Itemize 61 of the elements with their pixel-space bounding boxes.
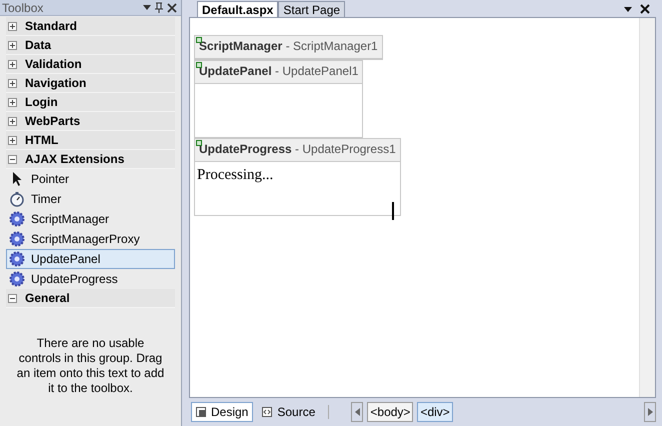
empty-group-message: There are no usable controls in this group. Drag an item onto this text to add it to the toolbox. bbox=[16, 336, 166, 396]
left-triangle-icon bbox=[354, 408, 360, 416]
category-header[interactable]: WebParts bbox=[6, 112, 175, 131]
toolbox-item[interactable]: Timer bbox=[6, 189, 175, 209]
source-view-icon bbox=[262, 407, 272, 417]
view-tab[interactable]: Source bbox=[257, 402, 320, 422]
control-title: UpdatePanel - UpdatePanel1 bbox=[199, 63, 358, 80]
toolbox-item[interactable]: UpdatePanel bbox=[6, 249, 175, 269]
stopwatch-icon bbox=[9, 191, 25, 207]
expand-icon[interactable] bbox=[8, 22, 17, 30]
category-header[interactable]: Login bbox=[6, 93, 175, 112]
panel-title: Toolbox bbox=[2, 0, 44, 16]
expand-icon[interactable] bbox=[8, 136, 17, 144]
control-box[interactable]: ScriptManager - ScriptManager1 bbox=[194, 35, 383, 60]
expand-icon[interactable] bbox=[8, 98, 17, 106]
document-tab[interactable]: Start Page bbox=[278, 1, 346, 17]
category-header[interactable]: Data bbox=[6, 36, 175, 55]
scrollbar[interactable] bbox=[639, 18, 655, 397]
control-box[interactable]: UpdatePanel - UpdatePanel1 bbox=[194, 60, 364, 138]
toolbox-item[interactable]: UpdateProgress bbox=[6, 269, 175, 289]
collapse-icon[interactable] bbox=[8, 294, 17, 302]
control-title: ScriptManager - ScriptManager1 bbox=[199, 38, 378, 55]
right-triangle-icon bbox=[648, 408, 652, 416]
dropdown-icon[interactable] bbox=[143, 5, 151, 10]
category-header[interactable]: General bbox=[6, 289, 175, 308]
expand-icon[interactable] bbox=[8, 40, 17, 50]
category-header[interactable]: Standard bbox=[6, 17, 175, 36]
gear-icon bbox=[9, 211, 25, 227]
gear-icon bbox=[9, 271, 25, 287]
tag-breadcrumb[interactable]: <div> bbox=[417, 402, 453, 422]
view-tab[interactable]: Design bbox=[191, 402, 254, 422]
expand-icon[interactable] bbox=[8, 78, 17, 88]
scroll-left-button[interactable] bbox=[351, 402, 364, 422]
close-icon[interactable] bbox=[167, 2, 177, 12]
gear-icon bbox=[9, 251, 25, 267]
control-title: UpdateProgress - UpdateProgress1 bbox=[199, 141, 396, 158]
pin-icon[interactable] bbox=[154, 2, 164, 14]
category-header[interactable]: Navigation bbox=[6, 74, 175, 93]
gear-icon bbox=[9, 231, 25, 247]
category-header[interactable]: AJAX Extensions bbox=[6, 150, 175, 169]
expand-icon[interactable] bbox=[8, 116, 17, 126]
tag-breadcrumb[interactable]: <body> bbox=[367, 402, 414, 422]
expand-icon[interactable] bbox=[8, 60, 17, 68]
close-icon[interactable] bbox=[640, 4, 650, 14]
toolbox-item[interactable]: ScriptManager bbox=[6, 209, 175, 229]
toolbox-item[interactable]: Pointer bbox=[6, 169, 175, 189]
category-header[interactable]: HTML bbox=[6, 131, 175, 150]
smart-tag-icon[interactable] bbox=[196, 140, 202, 146]
text-cursor bbox=[392, 202, 394, 220]
toolbox-item[interactable]: ScriptManagerProxy bbox=[6, 229, 175, 249]
pointer-icon bbox=[11, 171, 23, 187]
progress-template-text: Processing... bbox=[197, 167, 274, 183]
scroll-right-button[interactable] bbox=[644, 402, 656, 422]
category-header[interactable]: Validation bbox=[6, 55, 175, 74]
smart-tag-icon[interactable] bbox=[196, 37, 202, 43]
collapse-icon[interactable] bbox=[8, 154, 17, 164]
control-box[interactable]: UpdateProgress - UpdateProgress1 Processing... bbox=[194, 138, 401, 216]
dropdown-icon[interactable] bbox=[624, 7, 632, 12]
document-tab[interactable]: Default.aspx bbox=[197, 1, 278, 17]
smart-tag-icon[interactable] bbox=[196, 62, 202, 68]
design-view-icon bbox=[196, 407, 206, 417]
